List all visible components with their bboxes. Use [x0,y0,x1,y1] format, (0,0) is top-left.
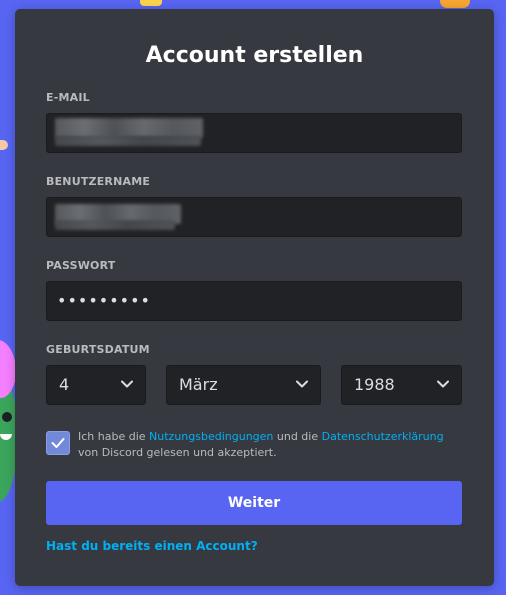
continue-button[interactable]: Weiter [46,481,462,525]
terms-consent: Ich habe die Nutzungsbedingungen und die… [46,429,463,461]
month-value: März [179,375,218,394]
day-value: 4 [59,375,70,394]
chevron-down-icon [121,380,133,388]
username-field[interactable] [46,197,462,237]
redacted-username [55,220,175,230]
password-field[interactable]: ••••••••• [46,281,462,321]
day-select[interactable]: 4 [46,365,146,405]
chevron-down-icon [296,380,308,388]
register-card: Account erstellen E-MAIL BENUTZERNAME PA… [15,9,494,586]
year-value: 1988 [354,375,395,394]
redacted-email [55,118,203,138]
terms-text: Ich habe die Nutzungsbedingungen und die… [78,429,463,461]
mascot-eye [2,412,12,422]
terms-checkbox[interactable] [46,431,70,455]
month-select[interactable]: März [166,365,321,405]
terms-text-after: von Discord gelesen und akzeptiert. [78,446,277,459]
email-label: E-MAIL [46,91,90,104]
decorative-shape [140,0,162,6]
chevron-down-icon [437,380,449,388]
decorative-shape [440,0,470,8]
decorative-shape [0,340,16,398]
dob-label: GEBURTSDATUM [46,343,150,356]
tos-link[interactable]: Nutzungsbedingungen [149,430,273,443]
username-label: BENUTZERNAME [46,175,151,188]
login-link[interactable]: Hast du bereits einen Account? [46,539,258,553]
page-title: Account erstellen [145,43,364,68]
dob-row: 4 März 1988 [46,365,462,405]
privacy-link[interactable]: Datenschutzerklärung [322,430,444,443]
email-field[interactable] [46,113,462,153]
decorative-shape [0,140,8,150]
terms-text-middle: und die [273,430,322,443]
year-select[interactable]: 1988 [341,365,462,405]
password-label: PASSWORT [46,259,116,272]
redacted-email [55,136,201,146]
checkmark-icon [51,438,65,448]
terms-text-before: Ich habe die [78,430,150,443]
